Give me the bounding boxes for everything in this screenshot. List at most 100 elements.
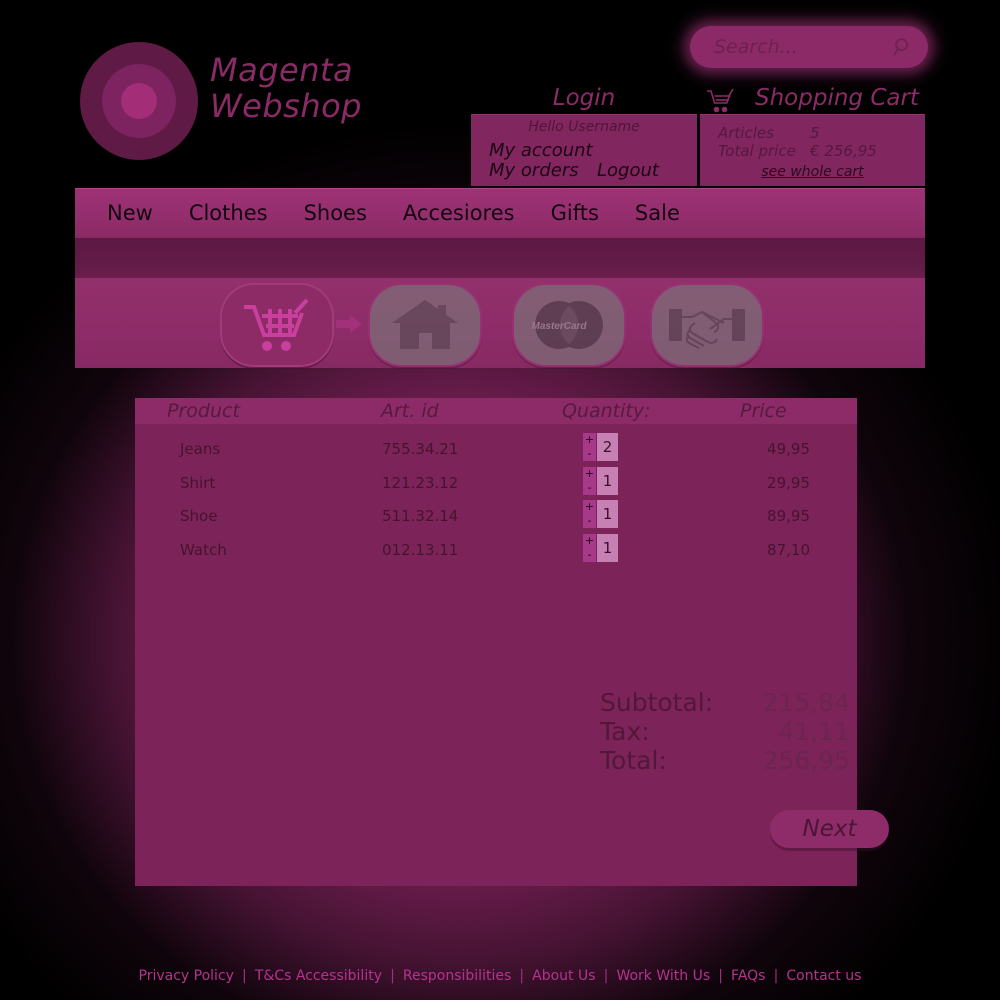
nav-item-sale[interactable]: Sale bbox=[635, 201, 680, 225]
footer-link-privacy-policy[interactable]: Privacy Policy bbox=[139, 968, 234, 984]
footer-link-tcs-accessibility[interactable]: T&Cs Accessibility bbox=[255, 968, 382, 984]
logout-link[interactable]: Logout bbox=[597, 160, 659, 181]
progress-step-payment[interactable]: MasterCard bbox=[512, 283, 626, 367]
totals-block: Subtotal: 215,84 Tax: 41,11 Total: 256,9… bbox=[600, 688, 850, 775]
quantity-increment-button[interactable]: + bbox=[583, 433, 596, 447]
quantity-stepper[interactable]: + - 2 bbox=[583, 433, 618, 461]
table-row: Watch 012.13.11 + - 1 87,10 bbox=[135, 533, 857, 567]
nav-items: New Clothes Shoes Accesiores Gifts Sale bbox=[107, 188, 680, 238]
quantity-increment-button[interactable]: + bbox=[583, 534, 596, 548]
quantity-value[interactable]: 1 bbox=[597, 500, 618, 528]
quantity-value[interactable]: 1 bbox=[597, 534, 618, 562]
nav-item-accesiores[interactable]: Accesiores bbox=[403, 201, 515, 225]
my-orders-link[interactable]: My orders bbox=[489, 160, 579, 181]
cell-price: 89,95 bbox=[767, 507, 810, 525]
cart-total-price-value: € 256,95 bbox=[810, 142, 877, 160]
column-header-product: Product bbox=[167, 400, 240, 422]
logo-inner-circle-icon bbox=[121, 83, 157, 119]
footer-link-contact-us[interactable]: Contact us bbox=[786, 968, 861, 984]
quantity-increment-button[interactable]: + bbox=[583, 467, 596, 481]
column-header-quantity: Quantity: bbox=[562, 400, 651, 422]
shopping-cart-heading: Shopping Cart bbox=[755, 85, 919, 111]
cell-art-id: 121.23.12 bbox=[382, 474, 459, 492]
shopping-cart-icon bbox=[244, 298, 309, 351]
table-row: Shoe 511.32.14 + - 1 89,95 bbox=[135, 499, 857, 533]
cell-product-name: Watch bbox=[180, 541, 227, 559]
cart-summary-panel: Articles 5 Total price € 256,95 see whol… bbox=[700, 114, 925, 186]
column-header-art-id: Art. id bbox=[381, 400, 439, 422]
quantity-stepper[interactable]: + - 1 bbox=[583, 534, 618, 562]
footer-separator: | bbox=[773, 968, 779, 984]
search-input[interactable] bbox=[714, 26, 889, 68]
tax-row: Tax: 41,11 bbox=[600, 717, 850, 746]
footer-separator: | bbox=[519, 968, 525, 984]
progress-step-confirmation[interactable] bbox=[650, 283, 764, 367]
quantity-decrement-button[interactable]: - bbox=[583, 514, 596, 528]
quantity-value[interactable]: 1 bbox=[597, 467, 618, 495]
footer-link-about-us[interactable]: About Us bbox=[532, 968, 595, 984]
house-icon bbox=[392, 300, 458, 349]
mastercard-icon: MasterCard bbox=[531, 301, 603, 349]
search-box[interactable] bbox=[690, 26, 928, 68]
subtotal-row: Subtotal: 215,84 bbox=[600, 688, 850, 717]
handshake-icon bbox=[669, 309, 745, 349]
footer-separator: | bbox=[603, 968, 609, 984]
stepper-buttons[interactable]: + - bbox=[583, 500, 596, 528]
progress-step-address[interactable] bbox=[368, 283, 482, 367]
quantity-decrement-button[interactable]: - bbox=[583, 481, 596, 495]
brand-logo[interactable]: Magenta Webshop bbox=[80, 42, 480, 162]
cell-price: 49,95 bbox=[767, 440, 810, 458]
login-panel: Hello Username My account My orders Logo… bbox=[471, 114, 697, 186]
my-account-link[interactable]: My account bbox=[489, 140, 593, 161]
footer-link-faqs[interactable]: FAQs bbox=[731, 968, 765, 984]
cell-art-id: 012.13.11 bbox=[382, 541, 459, 559]
stepper-buttons[interactable]: + - bbox=[583, 534, 596, 562]
cell-product-name: Shirt bbox=[180, 474, 216, 492]
cell-product-name: Jeans bbox=[180, 440, 221, 458]
footer-link-work-with-us[interactable]: Work With Us bbox=[616, 968, 710, 984]
cell-art-id: 511.32.14 bbox=[382, 507, 459, 525]
quantity-increment-button[interactable]: + bbox=[583, 500, 596, 514]
table-header-row: Product Art. id Quantity: Price bbox=[135, 398, 857, 424]
page-root: Magenta Webshop Login Hello Username My … bbox=[0, 0, 1000, 1000]
cart-total-price-label: Total price bbox=[718, 142, 796, 160]
svg-text:MasterCard: MasterCard bbox=[531, 321, 587, 332]
see-whole-cart-link[interactable]: see whole cart bbox=[700, 164, 925, 180]
tax-label: Tax: bbox=[600, 717, 650, 746]
cell-price: 29,95 bbox=[767, 474, 810, 492]
search-icon[interactable] bbox=[892, 36, 914, 58]
nav-item-gifts[interactable]: Gifts bbox=[551, 201, 599, 225]
stepper-buttons[interactable]: + - bbox=[583, 433, 596, 461]
cell-price: 87,10 bbox=[767, 541, 810, 559]
quantity-stepper[interactable]: + - 1 bbox=[583, 467, 618, 495]
search-bar[interactable] bbox=[680, 16, 938, 78]
footer-separator: | bbox=[718, 968, 723, 984]
quantity-decrement-button[interactable]: - bbox=[583, 548, 596, 562]
footer-separator: | bbox=[242, 968, 247, 984]
cart-articles-label: Articles bbox=[718, 124, 774, 142]
footer-link-responsibilities[interactable]: Responsibilities bbox=[403, 968, 511, 984]
nav-under-strip bbox=[75, 238, 925, 278]
quantity-stepper[interactable]: + - 1 bbox=[583, 500, 618, 528]
footer: Privacy Policy | T&Cs Accessibility | Re… bbox=[75, 965, 925, 993]
quantity-decrement-button[interactable]: - bbox=[583, 447, 596, 461]
footer-separator: | bbox=[390, 968, 395, 984]
main-navigation: New Clothes Shoes Accesiores Gifts Sale bbox=[75, 188, 925, 238]
next-button[interactable]: Next bbox=[770, 810, 889, 848]
stepper-buttons[interactable]: + - bbox=[583, 467, 596, 495]
nav-item-shoes[interactable]: Shoes bbox=[304, 201, 367, 225]
next-button-label: Next bbox=[802, 816, 857, 842]
cell-art-id: 755.34.21 bbox=[382, 440, 459, 458]
progress-step-cart[interactable] bbox=[220, 283, 334, 367]
shopping-cart-icon bbox=[707, 88, 734, 113]
nav-item-clothes[interactable]: Clothes bbox=[189, 201, 268, 225]
site-column: Magenta Webshop Login Hello Username My … bbox=[75, 0, 938, 1000]
quantity-value[interactable]: 2 bbox=[597, 433, 618, 461]
greeting-text: Hello Username bbox=[528, 119, 640, 135]
login-heading: Login bbox=[552, 85, 616, 111]
nav-item-new[interactable]: New bbox=[107, 201, 153, 225]
total-row: Total: 256,95 bbox=[600, 746, 850, 775]
tax-value: 41,11 bbox=[778, 717, 850, 746]
arrow-right-icon bbox=[336, 315, 362, 333]
table-row: Shirt 121.23.12 + - 1 29,95 bbox=[135, 466, 857, 500]
